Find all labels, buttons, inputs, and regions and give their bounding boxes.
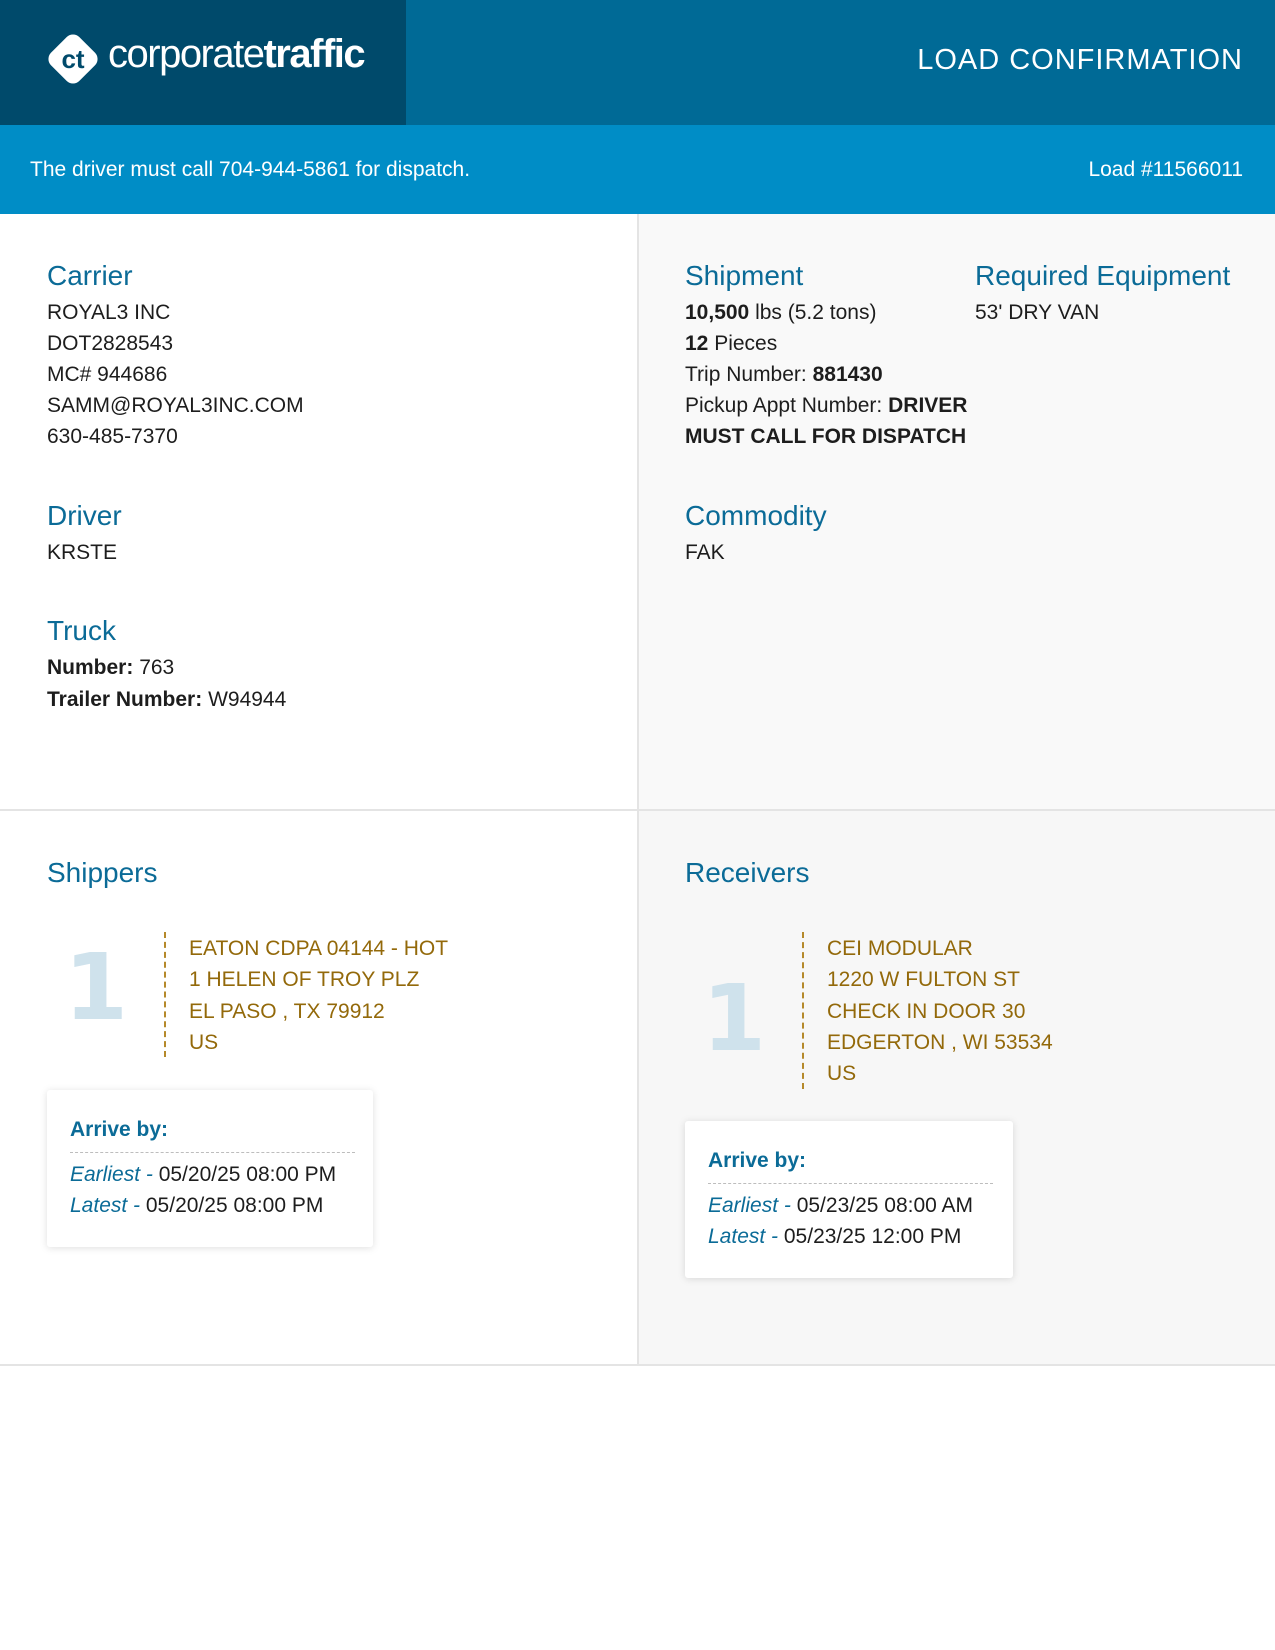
receiver-earliest: Earliest - 05/23/25 08:00 AM	[708, 1194, 973, 1218]
earliest-label: Earliest -	[708, 1194, 791, 1217]
receiver-address-line: EDGERTON , WI 53534	[827, 1031, 1053, 1054]
commodity-value: FAK	[685, 541, 725, 564]
receivers-panel	[638, 811, 1275, 1365]
shipper-latest: Latest - 05/20/25 08:00 PM	[70, 1194, 323, 1218]
pickup-appt-value-2: MUST CALL FOR DISPATCH	[685, 425, 967, 448]
receivers-heading: Receivers	[685, 857, 810, 888]
receiver-address-line: CHECK IN DOOR 30	[827, 1000, 1026, 1023]
logo-wordmark: corporatetraffic	[108, 32, 366, 77]
page-header: ct corporatetraffic LOAD CONFIRMATION	[0, 0, 1275, 125]
latest-label: Latest -	[708, 1225, 779, 1248]
receiver-address-line: 1220 W FULTON ST	[827, 968, 1020, 991]
shipment-pieces-value: 12	[685, 332, 709, 355]
truck-number-label: Number:	[47, 656, 134, 679]
logo-wordmark-part2: traffic	[263, 32, 365, 76]
shipment-weight: 10,500 lbs (5.2 tons)	[685, 301, 876, 325]
carrier-name: ROYAL3 INC	[47, 301, 171, 324]
trailer-number-label: Trailer Number:	[47, 688, 203, 711]
shippers-heading: Shippers	[47, 857, 158, 888]
carrier-heading: Carrier	[47, 260, 133, 291]
document-title: LOAD CONFIRMATION	[917, 44, 1243, 76]
pickup-appt-label: Pickup Appt Number:	[685, 394, 883, 417]
card-separator	[708, 1183, 993, 1184]
pickup-appt-continued: MUST CALL FOR DISPATCH	[685, 425, 966, 449]
receiver-arrive-card: Arrive by: Earliest - 05/23/25 08:00 AM …	[685, 1121, 1013, 1278]
carrier-phone: 630-485-7370	[47, 425, 178, 448]
receiver-latest-value: 05/23/25 12:00 PM	[778, 1225, 962, 1248]
receiver-address-line: US	[827, 1062, 857, 1085]
truck-number-value: 763	[139, 656, 175, 679]
equipment-value: 53' DRY VAN	[975, 301, 1100, 324]
shipper-address-divider	[164, 932, 166, 1057]
receiver-stop-number: 1	[702, 965, 767, 1072]
truck-heading: Truck	[47, 615, 116, 646]
receiver-earliest-value: 05/23/25 08:00 AM	[790, 1194, 973, 1217]
shipment-heading: Shipment	[685, 260, 804, 291]
vertical-divider	[637, 214, 639, 1365]
card-separator	[70, 1152, 355, 1153]
equipment-heading: Required Equipment	[975, 260, 1231, 291]
trip-number: Trip Number: 881430	[685, 363, 883, 387]
load-number: Load #11566011	[1088, 158, 1243, 181]
truck-number: Number: 763	[47, 656, 174, 680]
shipper-arrive-card: Arrive by: Earliest - 05/20/25 08:00 PM …	[47, 1090, 373, 1247]
shipment-weight-value: 10,500	[685, 301, 750, 324]
carrier-mc: MC# 944686	[47, 363, 168, 386]
shipper-address-line: EATON CDPA 04144 - HOT	[189, 937, 449, 960]
earliest-label: Earliest -	[70, 1163, 153, 1186]
pickup-appt-value-1: DRIVER	[888, 394, 968, 417]
carrier-email: SAMM@ROYAL3INC.COM	[47, 394, 304, 417]
shipper-address-line: EL PASO , TX 79912	[189, 1000, 385, 1023]
shipper-earliest-value: 05/20/25 08:00 PM	[152, 1163, 337, 1186]
carrier-dot: DOT2828543	[47, 332, 174, 355]
dispatch-banner: The driver must call 704-944-5861 for di…	[0, 125, 1275, 214]
logo-wordmark-part1: corporate	[108, 32, 265, 76]
latest-label: Latest -	[70, 1194, 141, 1217]
driver-heading: Driver	[47, 500, 122, 531]
shipment-weight-unit: lbs (5.2 tons)	[755, 301, 877, 324]
svg-text:ct: ct	[61, 44, 84, 74]
trip-number-value: 881430	[812, 363, 883, 386]
receiver-address-divider	[802, 932, 804, 1089]
driver-name: KRSTE	[47, 541, 118, 564]
shipper-address-line: US	[189, 1031, 219, 1054]
shipper-earliest: Earliest - 05/20/25 08:00 PM	[70, 1163, 336, 1187]
receiver-latest: Latest - 05/23/25 12:00 PM	[708, 1225, 961, 1249]
shipper-arrive-title: Arrive by:	[70, 1118, 169, 1141]
corporate-traffic-logo-icon: ct	[48, 34, 98, 84]
section-divider	[0, 1364, 1275, 1366]
receiver-arrive-title: Arrive by:	[708, 1149, 807, 1172]
logo: ct corporatetraffic	[0, 0, 406, 125]
shipper-latest-value: 05/20/25 08:00 PM	[140, 1194, 324, 1217]
section-divider	[0, 809, 1275, 811]
shipper-stop-number: 1	[64, 934, 129, 1041]
shipper-address-line: 1 HELEN OF TROY PLZ	[189, 968, 420, 991]
trailer-number: Trailer Number: W94944	[47, 688, 286, 712]
trip-number-label: Trip Number:	[685, 363, 807, 386]
receiver-address-line: CEI MODULAR	[827, 937, 973, 960]
shipment-pieces-label: Pieces	[714, 332, 778, 355]
pickup-appt: Pickup Appt Number: DRIVER	[685, 394, 967, 418]
shipment-pieces: 12 Pieces	[685, 332, 777, 356]
dispatch-message: The driver must call 704-944-5861 for di…	[30, 158, 471, 181]
commodity-heading: Commodity	[685, 500, 827, 531]
trailer-number-value: W94944	[208, 688, 287, 711]
